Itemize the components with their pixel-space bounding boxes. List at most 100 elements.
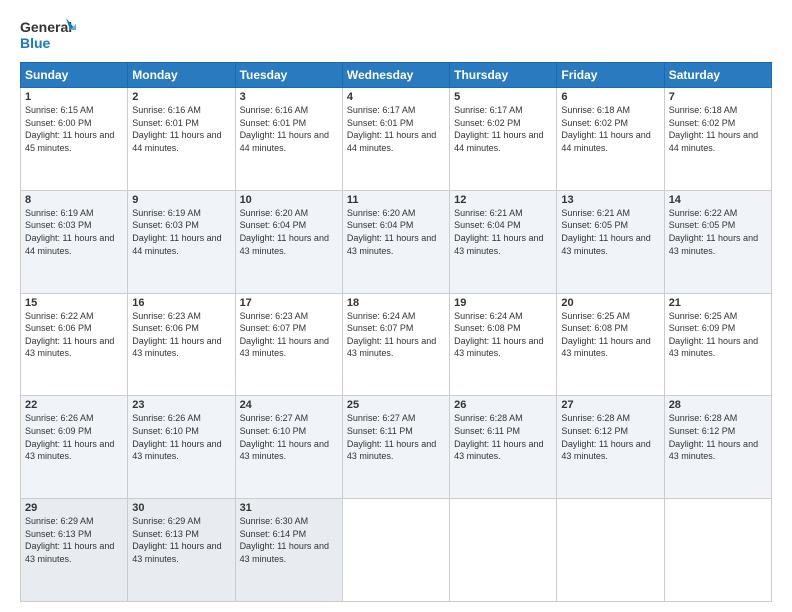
day-number: 21 — [669, 297, 767, 309]
day-info: Sunrise: 6:30 AMSunset: 6:14 PMDaylight:… — [240, 516, 329, 564]
day-number: 15 — [25, 297, 123, 309]
calendar-header-saturday: Saturday — [664, 63, 771, 88]
day-number: 12 — [454, 194, 552, 206]
calendar-cell: 1 Sunrise: 6:15 AMSunset: 6:00 PMDaylight… — [21, 88, 128, 191]
day-number: 28 — [669, 399, 767, 411]
day-number: 29 — [25, 502, 123, 514]
header: GeneralBlue — [20, 16, 772, 54]
day-info: Sunrise: 6:25 AMSunset: 6:09 PMDaylight:… — [669, 311, 758, 359]
day-info: Sunrise: 6:23 AMSunset: 6:07 PMDaylight:… — [240, 311, 329, 359]
calendar-cell — [450, 499, 557, 602]
calendar-cell: 13Sunrise: 6:21 AMSunset: 6:05 PMDayligh… — [557, 190, 664, 293]
calendar-cell: 22Sunrise: 6:26 AMSunset: 6:09 PMDayligh… — [21, 396, 128, 499]
day-number: 1 — [25, 91, 123, 103]
day-info: Sunrise: 6:28 AMSunset: 6:12 PMDaylight:… — [561, 413, 650, 461]
day-info: Sunrise: 6:19 AMSunset: 6:03 PMDaylight:… — [132, 208, 221, 256]
calendar-header-sunday: Sunday — [21, 63, 128, 88]
calendar-cell: 29 Sunrise: 6:29 AMSunset: 6:13 PMDayligh… — [21, 499, 128, 602]
calendar-week-4: 22Sunrise: 6:26 AMSunset: 6:09 PMDayligh… — [21, 396, 772, 499]
day-info: Sunrise: 6:29 AMSunset: 6:13 PMDaylight:… — [132, 516, 221, 564]
calendar-cell — [557, 499, 664, 602]
calendar-week-3: 15 Sunrise: 6:22 AMSunset: 6:06 PMDayligh… — [21, 293, 772, 396]
day-info: Sunrise: 6:21 AMSunset: 6:04 PMDaylight:… — [454, 208, 543, 256]
calendar-cell: 18 Sunrise: 6:24 AMSunset: 6:07 PMDayligh… — [342, 293, 449, 396]
calendar-header-monday: Monday — [128, 63, 235, 88]
day-number: 6 — [561, 91, 659, 103]
calendar-cell: 3 Sunrise: 6:16 AMSunset: 6:01 PMDaylight… — [235, 88, 342, 191]
calendar-cell: 7Sunrise: 6:18 AMSunset: 6:02 PMDaylight… — [664, 88, 771, 191]
day-info: Sunrise: 6:21 AMSunset: 6:05 PMDaylight:… — [561, 208, 650, 256]
calendar-cell: 14Sunrise: 6:22 AMSunset: 6:05 PMDayligh… — [664, 190, 771, 293]
day-info: Sunrise: 6:24 AMSunset: 6:08 PMDaylight:… — [454, 311, 543, 359]
day-number: 4 — [347, 91, 445, 103]
calendar-cell: 17 Sunrise: 6:23 AMSunset: 6:07 PMDayligh… — [235, 293, 342, 396]
day-info: Sunrise: 6:17 AMSunset: 6:01 PMDaylight:… — [347, 105, 436, 153]
day-number: 24 — [240, 399, 338, 411]
svg-text:Blue: Blue — [20, 35, 51, 51]
calendar-week-2: 8Sunrise: 6:19 AMSunset: 6:03 PMDaylight… — [21, 190, 772, 293]
calendar-cell: 16Sunrise: 6:23 AMSunset: 6:06 PMDayligh… — [128, 293, 235, 396]
calendar-cell: 8Sunrise: 6:19 AMSunset: 6:03 PMDaylight… — [21, 190, 128, 293]
calendar-cell — [664, 499, 771, 602]
day-number: 23 — [132, 399, 230, 411]
day-number: 11 — [347, 194, 445, 206]
calendar-cell: 12 Sunrise: 6:21 AMSunset: 6:04 PMDayligh… — [450, 190, 557, 293]
day-info: Sunrise: 6:24 AMSunset: 6:07 PMDaylight:… — [347, 311, 436, 359]
day-info: Sunrise: 6:26 AMSunset: 6:09 PMDaylight:… — [25, 413, 114, 461]
day-number: 20 — [561, 297, 659, 309]
calendar-cell: 4 Sunrise: 6:17 AMSunset: 6:01 PMDaylight… — [342, 88, 449, 191]
day-info: Sunrise: 6:22 AMSunset: 6:06 PMDaylight:… — [25, 311, 114, 359]
calendar-cell — [342, 499, 449, 602]
day-number: 19 — [454, 297, 552, 309]
calendar-week-1: 1 Sunrise: 6:15 AMSunset: 6:00 PMDaylight… — [21, 88, 772, 191]
day-info: Sunrise: 6:22 AMSunset: 6:05 PMDaylight:… — [669, 208, 758, 256]
day-number: 26 — [454, 399, 552, 411]
calendar-cell: 10 Sunrise: 6:20 AMSunset: 6:04 PMDayligh… — [235, 190, 342, 293]
day-number: 17 — [240, 297, 338, 309]
calendar-cell: 19 Sunrise: 6:24 AMSunset: 6:08 PMDayligh… — [450, 293, 557, 396]
day-info: Sunrise: 6:15 AMSunset: 6:00 PMDaylight:… — [25, 105, 114, 153]
calendar-header-thursday: Thursday — [450, 63, 557, 88]
day-number: 18 — [347, 297, 445, 309]
calendar-cell: 21 Sunrise: 6:25 AMSunset: 6:09 PMDayligh… — [664, 293, 771, 396]
day-number: 3 — [240, 91, 338, 103]
calendar-cell: 30Sunrise: 6:29 AMSunset: 6:13 PMDayligh… — [128, 499, 235, 602]
calendar-cell: 15 Sunrise: 6:22 AMSunset: 6:06 PMDayligh… — [21, 293, 128, 396]
day-info: Sunrise: 6:29 AMSunset: 6:13 PMDaylight:… — [25, 516, 114, 564]
calendar-cell: 23 Sunrise: 6:26 AMSunset: 6:10 PMDayligh… — [128, 396, 235, 499]
day-info: Sunrise: 6:16 AMSunset: 6:01 PMDaylight:… — [240, 105, 329, 153]
day-info: Sunrise: 6:23 AMSunset: 6:06 PMDaylight:… — [132, 311, 221, 359]
calendar-header-wednesday: Wednesday — [342, 63, 449, 88]
day-number: 10 — [240, 194, 338, 206]
day-info: Sunrise: 6:20 AMSunset: 6:04 PMDaylight:… — [347, 208, 436, 256]
day-info: Sunrise: 6:27 AMSunset: 6:11 PMDaylight:… — [347, 413, 436, 461]
day-info: Sunrise: 6:25 AMSunset: 6:08 PMDaylight:… — [561, 311, 650, 359]
page: GeneralBlue SundayMondayTuesdayWednesday… — [0, 0, 792, 612]
calendar-week-5: 29 Sunrise: 6:29 AMSunset: 6:13 PMDayligh… — [21, 499, 772, 602]
day-number: 9 — [132, 194, 230, 206]
calendar-cell: 28 Sunrise: 6:28 AMSunset: 6:12 PMDayligh… — [664, 396, 771, 499]
day-info: Sunrise: 6:27 AMSunset: 6:10 PMDaylight:… — [240, 413, 329, 461]
day-number: 27 — [561, 399, 659, 411]
day-info: Sunrise: 6:17 AMSunset: 6:02 PMDaylight:… — [454, 105, 543, 153]
logo-svg: GeneralBlue — [20, 16, 80, 54]
calendar-cell: 26Sunrise: 6:28 AMSunset: 6:11 PMDayligh… — [450, 396, 557, 499]
calendar-cell: 31 Sunrise: 6:30 AMSunset: 6:14 PMDayligh… — [235, 499, 342, 602]
day-info: Sunrise: 6:28 AMSunset: 6:12 PMDaylight:… — [669, 413, 758, 461]
calendar-header-row: SundayMondayTuesdayWednesdayThursdayFrid… — [21, 63, 772, 88]
calendar-cell: 25Sunrise: 6:27 AMSunset: 6:11 PMDayligh… — [342, 396, 449, 499]
calendar-cell: 2 Sunrise: 6:16 AMSunset: 6:01 PMDaylight… — [128, 88, 235, 191]
calendar-cell: 24 Sunrise: 6:27 AMSunset: 6:10 PMDayligh… — [235, 396, 342, 499]
day-info: Sunrise: 6:18 AMSunset: 6:02 PMDaylight:… — [561, 105, 650, 153]
day-number: 31 — [240, 502, 338, 514]
calendar-table: SundayMondayTuesdayWednesdayThursdayFrid… — [20, 62, 772, 602]
day-info: Sunrise: 6:20 AMSunset: 6:04 PMDaylight:… — [240, 208, 329, 256]
day-info: Sunrise: 6:16 AMSunset: 6:01 PMDaylight:… — [132, 105, 221, 153]
day-number: 5 — [454, 91, 552, 103]
day-number: 7 — [669, 91, 767, 103]
day-info: Sunrise: 6:26 AMSunset: 6:10 PMDaylight:… — [132, 413, 221, 461]
calendar-cell: 27 Sunrise: 6:28 AMSunset: 6:12 PMDayligh… — [557, 396, 664, 499]
day-number: 2 — [132, 91, 230, 103]
logo: GeneralBlue — [20, 16, 80, 54]
calendar-body: 1 Sunrise: 6:15 AMSunset: 6:00 PMDaylight… — [21, 88, 772, 602]
